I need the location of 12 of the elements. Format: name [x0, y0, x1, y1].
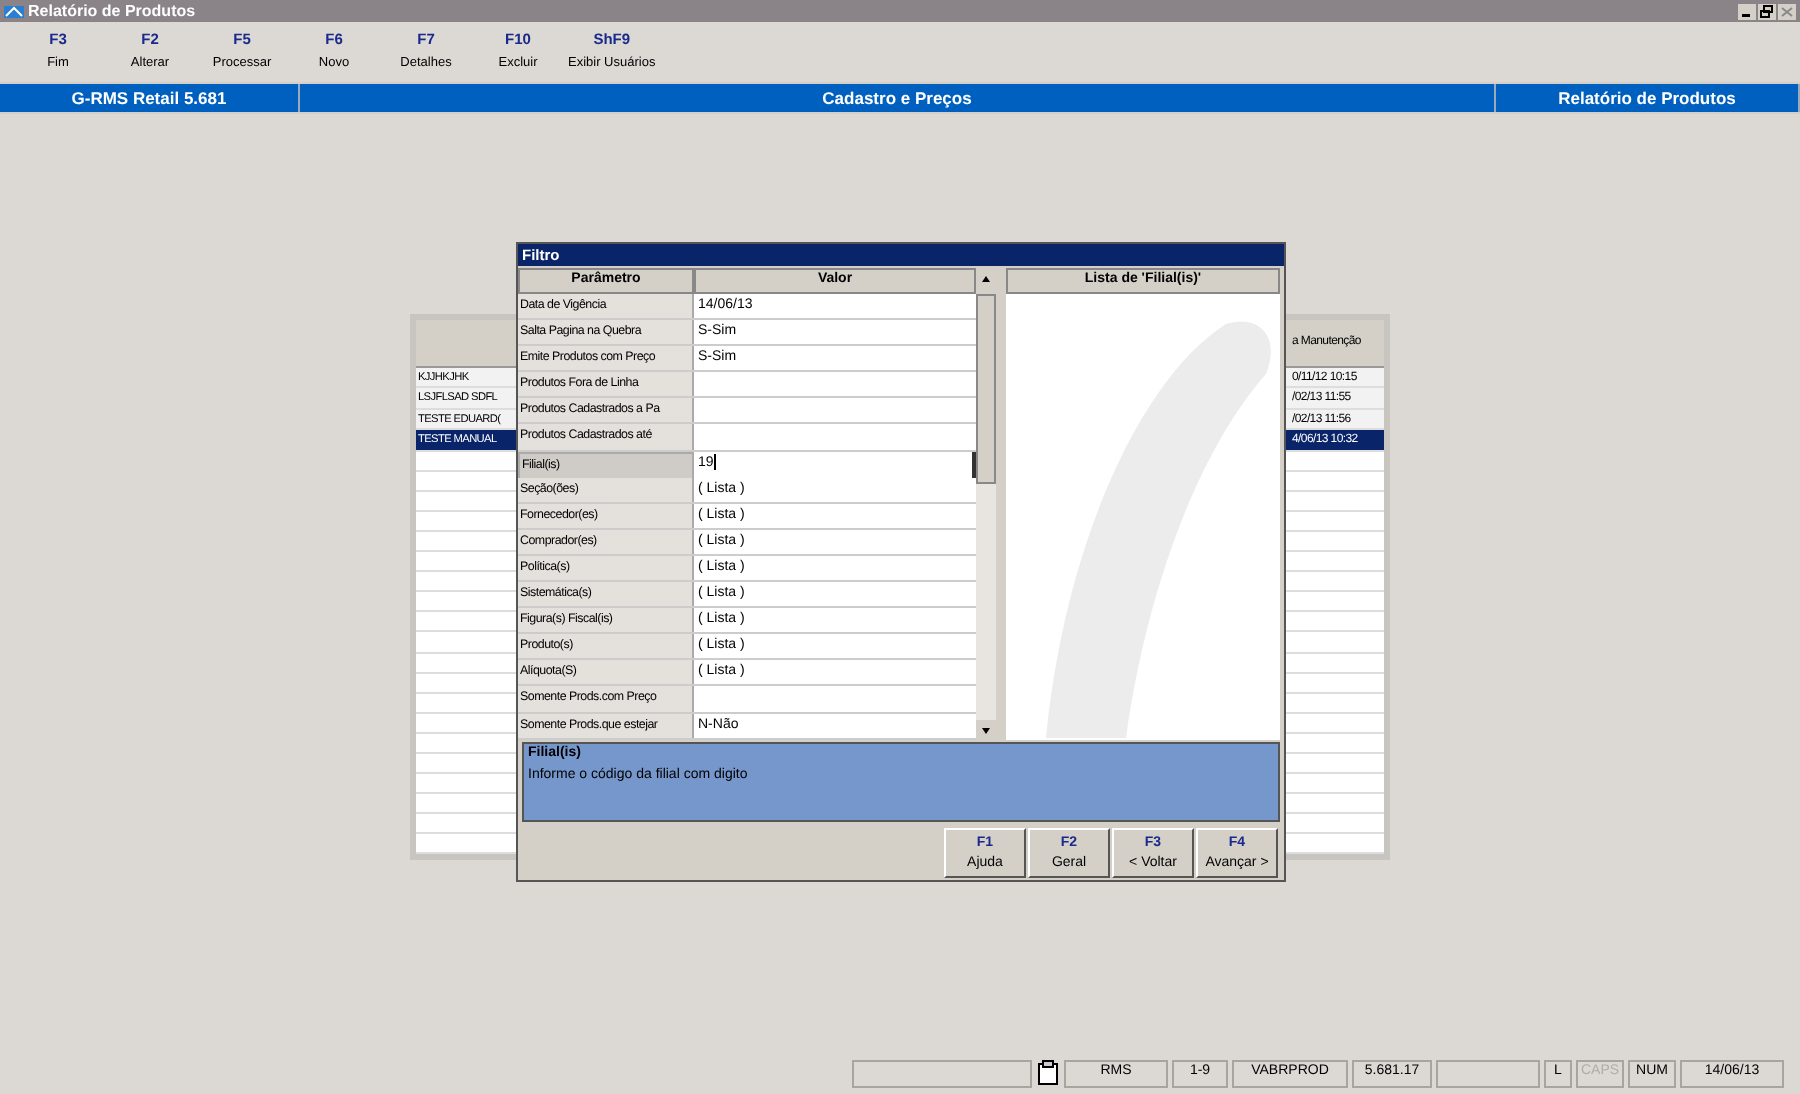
clipboard-icon — [1036, 1060, 1060, 1086]
app-logo-icon — [4, 3, 24, 19]
restore-icon[interactable] — [1758, 3, 1776, 19]
scroll-down-icon[interactable] — [976, 720, 996, 740]
header-section: G-RMS Retail 5.681 — [0, 84, 300, 112]
minimize-icon[interactable] — [1738, 3, 1756, 19]
scrollbar[interactable] — [976, 294, 996, 740]
window-title: Relatório de Produtos — [28, 3, 196, 19]
text-caret — [713, 453, 716, 470]
header-section: Cadastro e Preços — [300, 84, 1496, 112]
header-section: Relatório de Produtos — [1496, 84, 1800, 112]
empty-status-field — [1436, 1059, 1540, 1087]
